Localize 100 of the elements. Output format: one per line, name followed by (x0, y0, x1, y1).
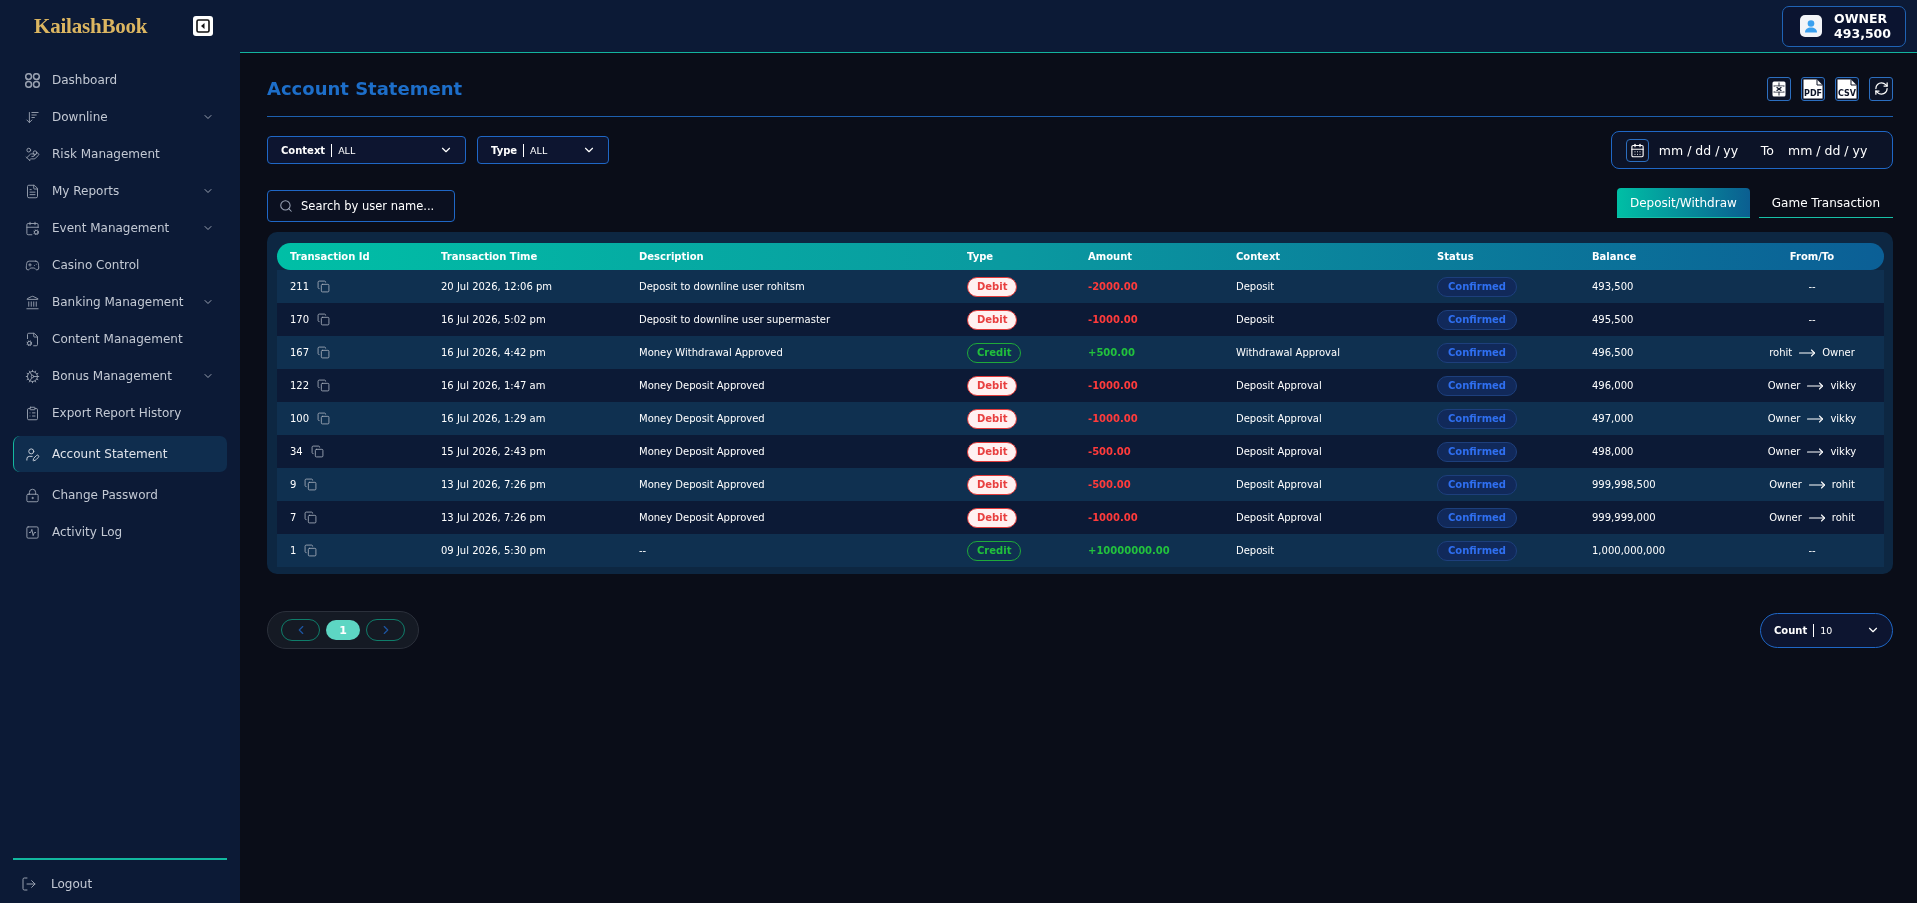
refresh-button[interactable] (1869, 76, 1893, 101)
status-badge: Confirmed (1437, 342, 1518, 363)
column-header: Amount (1088, 251, 1133, 262)
panel-collapse-icon[interactable] (193, 16, 213, 36)
transaction-id: 211 (290, 281, 310, 292)
column-header: Context (1236, 251, 1281, 262)
excel-export-button[interactable] (1767, 76, 1791, 101)
sidebar-item[interactable]: Casino Control (13, 247, 227, 283)
tab[interactable]: Deposit/Withdraw (1616, 188, 1750, 218)
search-icon (279, 199, 293, 213)
sidebar-item[interactable]: Export Report History (13, 395, 227, 431)
table-cell: Money Deposit Approved (639, 380, 765, 391)
amount-value: +500.00 (1088, 347, 1135, 358)
copy-icon[interactable] (317, 346, 331, 359)
sidebar-item[interactable]: Activity Log (13, 514, 227, 550)
tab[interactable]: Game Transaction (1758, 188, 1893, 218)
copy-icon[interactable] (304, 511, 318, 524)
table-cell: -- (639, 545, 647, 556)
lock-icon (25, 487, 40, 503)
copy-icon[interactable] (317, 412, 331, 425)
table-cell: 1,000,000,000 (1592, 545, 1666, 556)
sidebar-item[interactable]: Change Password (13, 477, 227, 513)
sort-descending-icon (25, 109, 40, 125)
copy-icon[interactable] (304, 544, 318, 557)
gamepad-icon (25, 257, 40, 273)
copy-icon[interactable] (310, 445, 324, 458)
csv-export-button[interactable]: CSV (1835, 76, 1859, 101)
sidebar-item[interactable]: Event Management (13, 210, 227, 246)
table-cell: Deposit to downline user supermaster (639, 314, 831, 325)
filter-dropdown[interactable]: Type ALL (477, 136, 609, 164)
type-badge: Debit (967, 474, 1018, 495)
user-balance-chip[interactable]: OWNER 493,500 (1782, 5, 1906, 47)
table-cell: 493,500 (1592, 281, 1634, 292)
table-cell: 16 Jul 2026, 1:47 am (441, 380, 546, 391)
amount-value: -500.00 (1088, 479, 1131, 490)
document-icon (25, 183, 40, 199)
column-header: Description (639, 251, 704, 262)
file-gear-icon (25, 331, 40, 347)
table-cell: 495,500 (1592, 314, 1634, 325)
copy-icon[interactable] (317, 280, 331, 293)
amount-value: -500.00 (1088, 446, 1131, 457)
sidebar-item[interactable]: Risk Management (13, 136, 227, 172)
sidebar-item[interactable]: Content Management (13, 321, 227, 357)
status-badge: Confirmed (1437, 276, 1518, 297)
column-header: Type (967, 251, 994, 262)
type-badge: Debit (967, 441, 1018, 462)
user-name: Owner (1767, 413, 1801, 424)
amount-value: -2000.00 (1088, 281, 1138, 292)
amount-value: -1000.00 (1088, 512, 1138, 523)
sidebar-item[interactable]: Bonus Management (13, 358, 227, 394)
search-field[interactable]: Search by user name... (267, 190, 455, 222)
user-name: Owner (1769, 479, 1802, 490)
type-badge: Debit (967, 375, 1018, 396)
copy-icon[interactable] (317, 313, 331, 326)
date-field[interactable]: mm / dd / yy (1658, 142, 1747, 158)
table-cell: 20 Jul 2026, 12:06 pm (441, 281, 553, 292)
user-name: rohit (1831, 479, 1855, 490)
count-dropdown[interactable]: Count 10 (1760, 612, 1893, 648)
status-badge: Confirmed (1437, 441, 1518, 462)
sidebar-item[interactable]: Dashboard (13, 62, 227, 98)
filter-dropdown[interactable]: Context ALL (267, 136, 466, 164)
user-balance: 493,500 (1834, 26, 1891, 41)
table-cell: 09 Jul 2026, 5:30 pm (441, 545, 546, 556)
sidebar-item[interactable]: Account Statement (13, 436, 227, 472)
table-cell: Deposit to downline user rohitsm (639, 281, 805, 292)
table-cell: 16 Jul 2026, 4:42 pm (441, 347, 546, 358)
clipboard-list-icon (25, 405, 40, 421)
copy-icon[interactable] (304, 478, 318, 491)
user-name: vikky (1830, 446, 1857, 457)
table-cell: 496,500 (1592, 347, 1634, 358)
brand-logo: KailashBook (34, 13, 148, 39)
status-badge: Confirmed (1437, 474, 1518, 495)
type-badge: Debit (967, 507, 1018, 528)
table-cell: Deposit Approval (1236, 380, 1322, 391)
transaction-id: 122 (290, 380, 310, 391)
sidebar-item[interactable]: Banking Management (13, 284, 227, 320)
date-field[interactable]: mm / dd / yy (1788, 142, 1876, 158)
pdf-export-button[interactable]: PDF (1801, 76, 1825, 101)
type-badge: Debit (967, 408, 1018, 429)
logout-icon (21, 876, 37, 892)
amount-value: -1000.00 (1088, 380, 1138, 391)
type-badge: Debit (967, 276, 1018, 297)
sidebar-item[interactable]: My Reports (13, 173, 227, 209)
column-header: Status (1437, 251, 1474, 262)
bank-icon (25, 294, 40, 310)
logout-button[interactable]: Logout (13, 867, 227, 901)
amount-value: -1000.00 (1088, 413, 1138, 424)
copy-icon[interactable] (317, 379, 331, 392)
activity-chart-icon (25, 524, 40, 540)
user-role: OWNER (1834, 11, 1889, 26)
calendar-icon[interactable] (1625, 138, 1649, 162)
sidebar-item[interactable]: Downline (13, 99, 227, 135)
status-badge: Confirmed (1437, 309, 1518, 330)
status-badge: Confirmed (1437, 408, 1518, 429)
spreadsheet-icon (1772, 80, 1786, 97)
date-range-separator: To (1760, 142, 1774, 158)
status-badge: Confirmed (1437, 507, 1518, 528)
table-cell: 16 Jul 2026, 5:02 pm (441, 314, 546, 325)
table-cell: Deposit (1236, 281, 1275, 292)
hand-coins-icon (25, 146, 40, 162)
